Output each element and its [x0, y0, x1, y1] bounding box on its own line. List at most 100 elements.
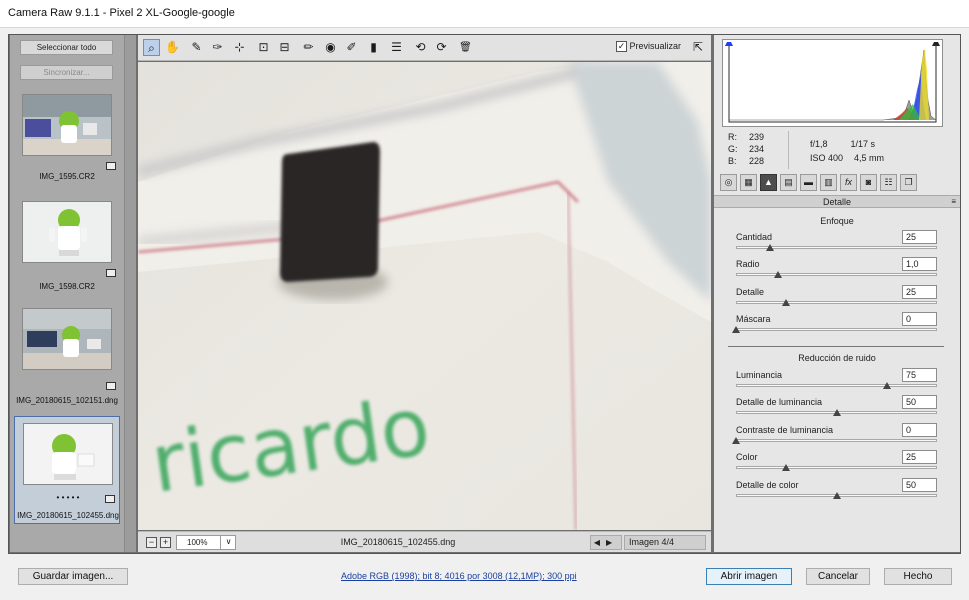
slider-color-detail[interactable]: Detalle de color 50 — [736, 478, 942, 506]
slider-value-field[interactable]: 25 — [902, 230, 937, 244]
g-value: 234 — [748, 144, 764, 154]
thumbnail-item[interactable]: IMG_1595.CR2 — [14, 88, 120, 184]
slider-thumb[interactable] — [732, 437, 740, 444]
zoom-out-button[interactable]: − — [146, 537, 157, 548]
slider-thumb[interactable] — [774, 271, 783, 278]
white-balance-icon[interactable]: ✎ — [188, 39, 205, 56]
slider-thumb[interactable] — [832, 492, 841, 499]
exif-info: f/1,8 1/17 s ISO 400 4,5 mm — [810, 137, 884, 165]
slider-thumb[interactable] — [832, 409, 841, 416]
cancel-button[interactable]: Cancelar — [806, 568, 870, 585]
thumbnail-item[interactable]: IMG_1598.CR2 — [14, 195, 120, 291]
slider-luminance-contrast[interactable]: Contraste de luminancia 0 — [732, 423, 942, 451]
chevron-down-icon[interactable]: ∨ — [220, 535, 236, 550]
thumbnail-name: IMG_1598.CR2 — [39, 282, 95, 291]
hand-icon[interactable]: ✋ — [164, 39, 181, 56]
slider-thumb[interactable] — [882, 382, 891, 389]
crop-icon[interactable]: ⊡ — [255, 39, 272, 56]
camera-calibration-tab[interactable]: ◙ — [860, 174, 877, 191]
slider-value-field[interactable]: 50 — [902, 395, 937, 409]
detail-tab[interactable]: ▲ — [760, 174, 777, 191]
lens-corrections-tab[interactable]: ▥ — [820, 174, 837, 191]
slider-masking[interactable]: Máscara 0 — [732, 312, 942, 340]
panel-menu-icon[interactable]: ≡ — [951, 196, 956, 208]
slider-thumb[interactable] — [766, 244, 775, 251]
slider-track[interactable] — [736, 273, 937, 276]
slider-value-field[interactable]: 1,0 — [902, 257, 937, 271]
image-preview[interactable]: ricardo — [138, 62, 711, 530]
presets-tab[interactable]: ☷ — [880, 174, 897, 191]
red-eye-icon[interactable]: ◉ — [322, 39, 339, 56]
color-sampler-icon[interactable]: ✑ — [209, 39, 226, 56]
slider-luminance[interactable]: Luminancia 75 — [736, 368, 942, 396]
slider-value-field[interactable]: 75 — [902, 368, 937, 382]
slider-track[interactable] — [736, 466, 937, 469]
save-image-button[interactable]: Guardar imagen... — [18, 568, 128, 585]
slider-thumb[interactable] — [782, 464, 791, 471]
sync-button[interactable]: Sincronizar... — [20, 65, 113, 80]
section-title-sharpening: Enfoque — [820, 216, 854, 226]
zoom-icon[interactable]: ⌕ — [143, 39, 160, 56]
slider-detail[interactable]: Detalle 25 — [736, 285, 942, 313]
slider-value-field[interactable]: 50 — [902, 478, 937, 492]
preview-label: Previsualizar — [629, 41, 682, 51]
preferences-icon[interactable]: ☰ — [388, 39, 405, 56]
dialog-footer: Guardar imagen... Adobe RGB (1998); bit … — [0, 556, 969, 600]
slider-track[interactable] — [736, 301, 937, 304]
open-image-button[interactable]: Abrir imagen — [706, 568, 792, 585]
slider-track[interactable] — [736, 439, 937, 442]
fullscreen-icon[interactable]: ⇱ — [688, 39, 708, 56]
slider-value-field[interactable]: 25 — [902, 285, 937, 299]
slider-value-field[interactable]: 0 — [902, 423, 937, 437]
panel-tabs: ◎ ▦ ▲ ▤ ▬ ▥ fx ◙ ☷ ❐ — [718, 174, 958, 192]
spot-removal-icon[interactable]: ✏ — [300, 39, 317, 56]
slider-track[interactable] — [736, 328, 937, 331]
rotate-right-icon[interactable]: ⟳ — [433, 39, 450, 56]
snapshots-tab[interactable]: ❐ — [900, 174, 917, 191]
status-bar: − + 100% ∨ IMG_20180615_102455.dng ◀▶ Im… — [138, 531, 711, 552]
slider-luminance-detail[interactable]: Detalle de luminancia 50 — [736, 395, 942, 423]
trash-icon[interactable]: 🗑 — [457, 39, 474, 56]
edited-badge-icon — [106, 269, 116, 277]
workflow-options-link[interactable]: Adobe RGB (1998); bit 8; 4016 por 3008 (… — [341, 571, 577, 581]
basic-tab[interactable]: ◎ — [720, 174, 737, 191]
thumbnail-name: IMG_20180615_102151.dng — [16, 396, 118, 405]
thumbnail-item[interactable]: IMG_20180615_102151.dng — [14, 302, 120, 405]
zoom-in-button[interactable]: + — [160, 537, 171, 548]
thumbnail-image — [22, 201, 112, 263]
effects-tab[interactable]: fx — [840, 174, 857, 191]
edited-badge-icon — [105, 495, 115, 503]
image-nav-arrows[interactable]: ◀▶ — [590, 535, 622, 550]
graduated-filter-icon[interactable]: ▮ — [365, 39, 382, 56]
adjustment-panel: R: 239 G: 234 B: 228 f/1,8 1/17 s ISO 400 4,… — [714, 35, 960, 552]
slider-thumb[interactable] — [782, 299, 791, 306]
slider-value-field[interactable]: 0 — [902, 312, 937, 326]
select-all-button[interactable]: Seleccionar todo — [20, 40, 113, 55]
b-value: 228 — [748, 156, 764, 166]
slider-color[interactable]: Color 25 — [736, 450, 942, 478]
preview-photo: ricardo — [138, 62, 711, 530]
slider-thumb[interactable] — [732, 326, 740, 333]
slider-amount[interactable]: Cantidad 25 — [736, 230, 942, 258]
split-toning-tab[interactable]: ▬ — [800, 174, 817, 191]
tone-curve-tab[interactable]: ▦ — [740, 174, 757, 191]
rotate-left-icon[interactable]: ⟲ — [412, 39, 429, 56]
targeted-adjustment-icon[interactable]: ⊹ — [231, 39, 248, 56]
hsl-tab[interactable]: ▤ — [780, 174, 797, 191]
current-filename: IMG_20180615_102455.dng — [340, 537, 456, 547]
slider-radius[interactable]: Radio 1,0 — [736, 257, 942, 285]
aperture: f/1,8 — [810, 139, 828, 149]
adjustment-brush-icon[interactable]: ✐ — [343, 39, 360, 56]
shutter-speed: 1/17 s — [850, 139, 876, 149]
straighten-icon[interactable]: ⊟ — [276, 39, 293, 56]
filmstrip-scrollbar[interactable] — [124, 35, 136, 552]
title-bar: Camera Raw 9.1.1 - Pixel 2 XL-Google-goo… — [0, 0, 969, 28]
panel-title: Detalle ≡ — [714, 195, 960, 208]
preview-checkbox[interactable]: ✓ — [616, 41, 627, 53]
slider-value-field[interactable]: 25 — [902, 450, 937, 464]
done-button[interactable]: Hecho — [884, 568, 952, 585]
focal-length: 4,5 mm — [854, 153, 885, 163]
slider-track[interactable] — [736, 384, 937, 387]
thumbnail-item-selected[interactable]: • • • • • IMG_20180615_102455.dng — [14, 416, 120, 524]
thumbnail-image — [23, 423, 113, 485]
